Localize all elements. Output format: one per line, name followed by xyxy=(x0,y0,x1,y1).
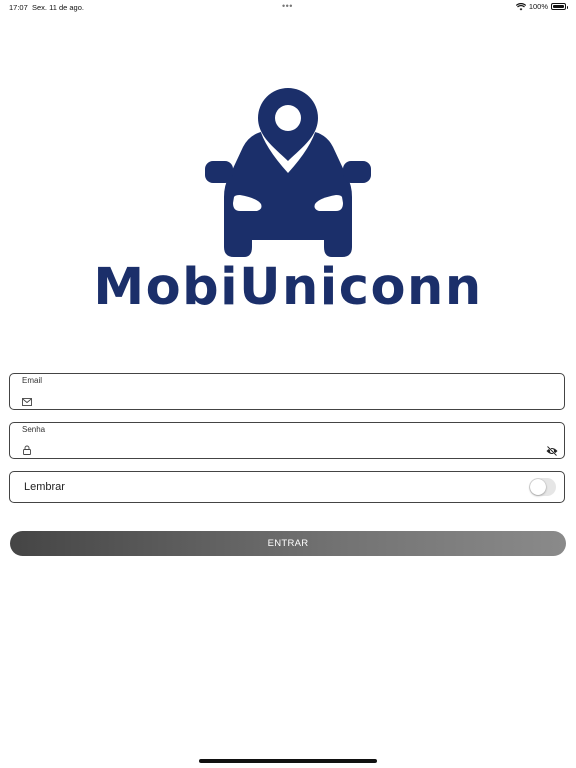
status-date: Sex. 11 de ago. xyxy=(32,3,84,12)
status-bar: 17:07 Sex. 11 de ago. ••• 100% xyxy=(0,0,576,14)
status-right: 100% xyxy=(515,2,568,11)
multitasking-dots[interactable]: ••• xyxy=(282,1,293,11)
login-button[interactable]: ENTRAR xyxy=(10,531,566,556)
battery-percentage: 100% xyxy=(528,2,548,11)
email-field[interactable]: Email xyxy=(9,373,565,410)
password-field[interactable]: Senha xyxy=(9,422,565,459)
password-input[interactable] xyxy=(40,442,544,458)
password-label: Senha xyxy=(22,425,46,434)
car-location-logo xyxy=(205,87,371,257)
battery-icon xyxy=(551,3,568,10)
remember-row: Lembrar xyxy=(9,471,565,503)
mail-icon xyxy=(22,398,32,406)
app-name: MobiUniconn xyxy=(93,258,483,317)
wifi-icon xyxy=(515,2,526,10)
home-indicator[interactable] xyxy=(199,759,377,763)
email-input[interactable] xyxy=(40,393,544,409)
remember-toggle[interactable] xyxy=(529,478,556,496)
eye-off-icon[interactable] xyxy=(546,446,558,456)
toggle-knob xyxy=(530,479,546,495)
email-label: Email xyxy=(22,376,43,385)
status-time: 17:07 xyxy=(9,3,28,12)
lock-icon xyxy=(23,445,31,455)
remember-label: Lembrar xyxy=(24,481,65,493)
